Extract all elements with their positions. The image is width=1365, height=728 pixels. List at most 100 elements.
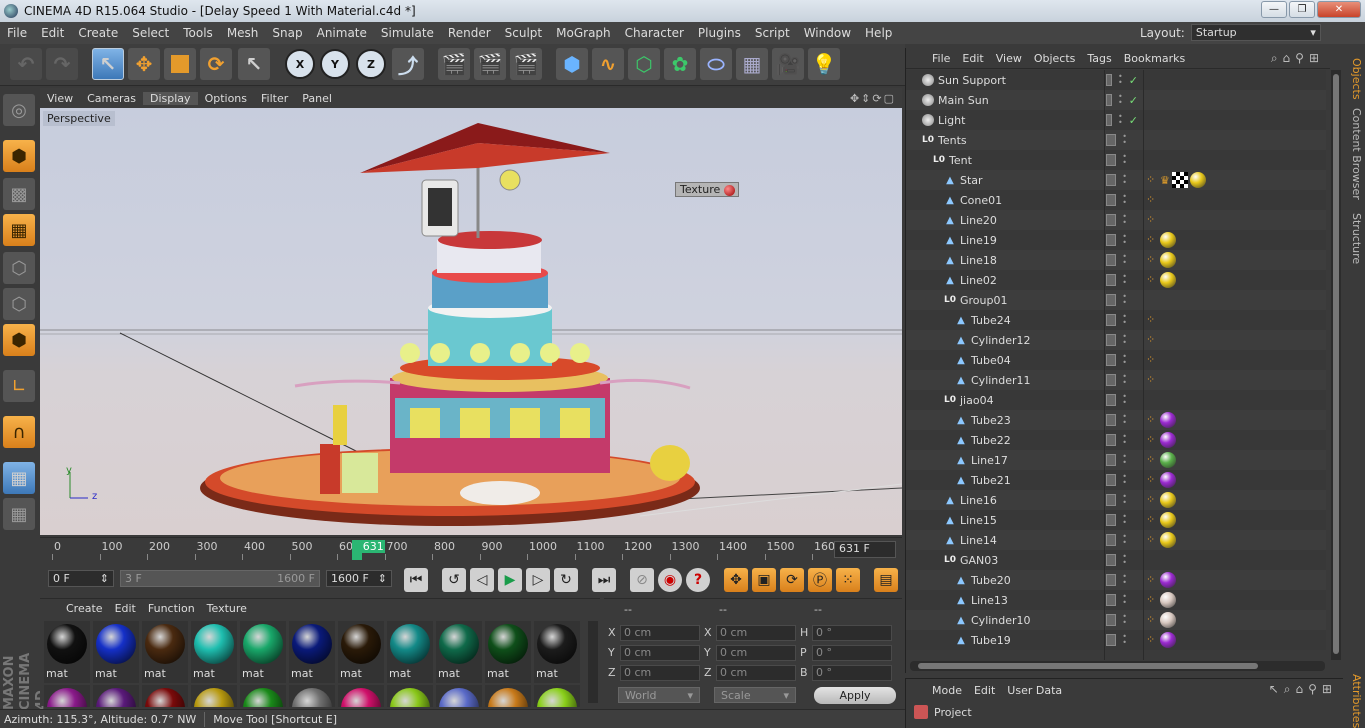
layer-icon[interactable] bbox=[1106, 114, 1112, 126]
visibility-dots-icon[interactable]: • • bbox=[1122, 213, 1132, 227]
visibility-dots-icon[interactable]: • • bbox=[1122, 553, 1132, 567]
coord-value-field[interactable]: 0 cm bbox=[620, 625, 700, 641]
object-row[interactable]: Sun Support • • ✓ bbox=[906, 70, 1326, 90]
viewport-menu-filter[interactable]: Filter bbox=[254, 92, 295, 105]
make-editable-button[interactable]: ◎ bbox=[3, 94, 35, 126]
material-tag-icon[interactable] bbox=[1160, 412, 1176, 428]
tab-structure[interactable]: Structure bbox=[1345, 204, 1363, 274]
visibility-dots-icon[interactable]: • • bbox=[1122, 253, 1132, 267]
layer-icon[interactable] bbox=[1106, 234, 1117, 246]
coordinate-system-button[interactable]: ⤴ bbox=[392, 48, 424, 80]
phong-tag-icon[interactable]: ⁘ bbox=[1146, 594, 1158, 606]
visibility-dots-icon[interactable]: • • bbox=[1122, 133, 1132, 147]
menu-edit[interactable]: Edit bbox=[34, 26, 71, 40]
visibility-dots-icon[interactable]: • • bbox=[1122, 193, 1132, 207]
material-swatch[interactable]: mat bbox=[338, 621, 384, 683]
workplane-mode-button[interactable]: ▦ bbox=[3, 214, 35, 246]
phong-tag-icon[interactable]: ⁘ bbox=[1146, 374, 1158, 386]
rotate-tool-button[interactable]: ⟳ bbox=[200, 48, 232, 80]
material-menu-edit[interactable]: Edit bbox=[109, 602, 142, 615]
object-menu-bookmarks[interactable]: Bookmarks bbox=[1118, 52, 1191, 65]
enabled-check-icon[interactable]: ✓ bbox=[1129, 74, 1138, 87]
coord-value-field[interactable]: 0 cm bbox=[620, 645, 700, 661]
visibility-dots-icon[interactable]: • • bbox=[1118, 113, 1123, 127]
phong-tag-icon[interactable]: ⁘ bbox=[1146, 614, 1158, 626]
visibility-dots-icon[interactable]: • • bbox=[1122, 493, 1132, 507]
deformer-button[interactable]: ⬭ bbox=[700, 48, 732, 80]
material-tag-icon[interactable] bbox=[1160, 492, 1176, 508]
object-row[interactable]: ▲ Cylinder11 • • ⁘ bbox=[906, 370, 1326, 390]
menu-snap[interactable]: Snap bbox=[265, 26, 309, 40]
viewport-menu-display[interactable]: Display bbox=[143, 91, 198, 105]
playhead[interactable] bbox=[351, 540, 362, 560]
render-picture-viewer-button[interactable]: 🎬 bbox=[474, 48, 506, 80]
material-swatch[interactable]: mat bbox=[93, 621, 139, 683]
layer-icon[interactable] bbox=[1106, 414, 1117, 426]
object-row[interactable]: ▲ Line20 • • ⁘ bbox=[906, 210, 1326, 230]
visibility-dots-icon[interactable]: • • bbox=[1122, 273, 1132, 287]
object-menu-objects[interactable]: Objects bbox=[1028, 52, 1082, 65]
visibility-dots-icon[interactable]: • • bbox=[1122, 633, 1132, 647]
object-row[interactable]: ▲ Tube20 • • ⁘ bbox=[906, 570, 1326, 590]
frame-ruler[interactable]: 0 100 200 300 400 500 600 700 800 900 1000 1100 1200… bbox=[48, 538, 842, 562]
live-selection-button[interactable]: ↖ bbox=[92, 48, 124, 80]
scale-tool-button[interactable] bbox=[164, 48, 196, 80]
visibility-dots-icon[interactable]: • • bbox=[1118, 73, 1123, 87]
object-row[interactable]: L0 Tents • • bbox=[906, 130, 1326, 150]
key-pla-button[interactable]: ⁙ bbox=[836, 568, 860, 592]
record-keys-button[interactable]: ⊘ bbox=[630, 568, 654, 592]
object-row[interactable]: L0 GAN03 • • bbox=[906, 550, 1326, 570]
object-row[interactable]: L0 Tent • • bbox=[906, 150, 1326, 170]
layer-icon[interactable] bbox=[1106, 454, 1117, 466]
viewport-nav-icons[interactable]: ✥⇕⟳▢ bbox=[850, 92, 896, 105]
layout-dropdown[interactable]: Startup ▾ bbox=[1190, 24, 1321, 41]
visibility-dots-icon[interactable]: • • bbox=[1122, 173, 1132, 187]
phong-tag-icon[interactable]: ⁘ bbox=[1146, 334, 1158, 346]
prev-key-button[interactable]: ↺ bbox=[442, 568, 466, 592]
phong-tag-icon[interactable]: ⁘ bbox=[1146, 194, 1158, 206]
attribute-toolbar-icons[interactable]: ↖⌕⌂⚲⊞ bbox=[1269, 682, 1337, 697]
material-swatch[interactable] bbox=[93, 685, 139, 707]
goto-end-button[interactable]: ⏭ bbox=[592, 568, 616, 592]
layer-icon[interactable] bbox=[1106, 494, 1117, 506]
object-row[interactable]: ▲ Line14 • • ⁘ bbox=[906, 530, 1326, 550]
model-mode-button[interactable]: ⬢ bbox=[3, 140, 35, 172]
material-swatch[interactable] bbox=[44, 685, 90, 707]
menu-create[interactable]: Create bbox=[71, 26, 125, 40]
object-horizontal-scrollbar[interactable] bbox=[910, 661, 1325, 671]
object-menu-edit[interactable]: Edit bbox=[956, 52, 989, 65]
phong-tag-icon[interactable]: ⁘ bbox=[1146, 354, 1158, 366]
phong-tag-icon[interactable]: ⁘ bbox=[1146, 254, 1158, 266]
project-row[interactable]: Project bbox=[906, 701, 1343, 723]
material-swatch[interactable]: mat bbox=[44, 621, 90, 683]
material-swatch[interactable]: mat bbox=[289, 621, 335, 683]
object-row[interactable]: L0 jiao04 • • bbox=[906, 390, 1326, 410]
menu-help[interactable]: Help bbox=[858, 26, 899, 40]
visibility-dots-icon[interactable]: • • bbox=[1122, 293, 1132, 307]
perspective-viewport[interactable]: Perspective Texture y z bbox=[40, 108, 902, 535]
material-menu-texture[interactable]: Texture bbox=[201, 602, 253, 615]
size-mode-dropdown[interactable]: Scale ▾ bbox=[714, 687, 796, 703]
object-row[interactable]: ▲ Tube24 • • ⁘ bbox=[906, 310, 1326, 330]
object-row[interactable]: ▲ Cylinder10 • • ⁘ bbox=[906, 610, 1326, 630]
material-swatch[interactable]: mat bbox=[436, 621, 482, 683]
object-row[interactable]: Main Sun • • ✓ bbox=[906, 90, 1326, 110]
menu-render[interactable]: Render bbox=[441, 26, 498, 40]
key-parameter-button[interactable]: Ⓟ bbox=[808, 568, 832, 592]
phong-tag-icon[interactable]: ⁘ bbox=[1146, 414, 1158, 426]
layer-icon[interactable] bbox=[1106, 574, 1117, 586]
tab-attributes[interactable]: Attributes bbox=[1345, 674, 1363, 728]
coord-value-field[interactable]: 0 cm bbox=[716, 645, 796, 661]
layer-icon[interactable] bbox=[1106, 534, 1117, 546]
object-row[interactable]: ▲ Tube04 • • ⁘ bbox=[906, 350, 1326, 370]
coordinate-space-dropdown[interactable]: World ▾ bbox=[618, 687, 700, 703]
edges-mode-button[interactable]: ⬡ bbox=[3, 288, 35, 320]
points-mode-button[interactable]: ⬡ bbox=[3, 252, 35, 284]
x-axis-button[interactable]: X bbox=[285, 49, 315, 79]
key-scale-button[interactable]: ▣ bbox=[752, 568, 776, 592]
min-frame-field[interactable]: 0 F ⇕ bbox=[48, 570, 114, 587]
visibility-dots-icon[interactable]: • • bbox=[1122, 393, 1132, 407]
phong-tag-icon[interactable]: ⁘ bbox=[1146, 314, 1158, 326]
layer-icon[interactable] bbox=[1106, 634, 1117, 646]
subdivision-button[interactable]: ⬡ bbox=[628, 48, 660, 80]
